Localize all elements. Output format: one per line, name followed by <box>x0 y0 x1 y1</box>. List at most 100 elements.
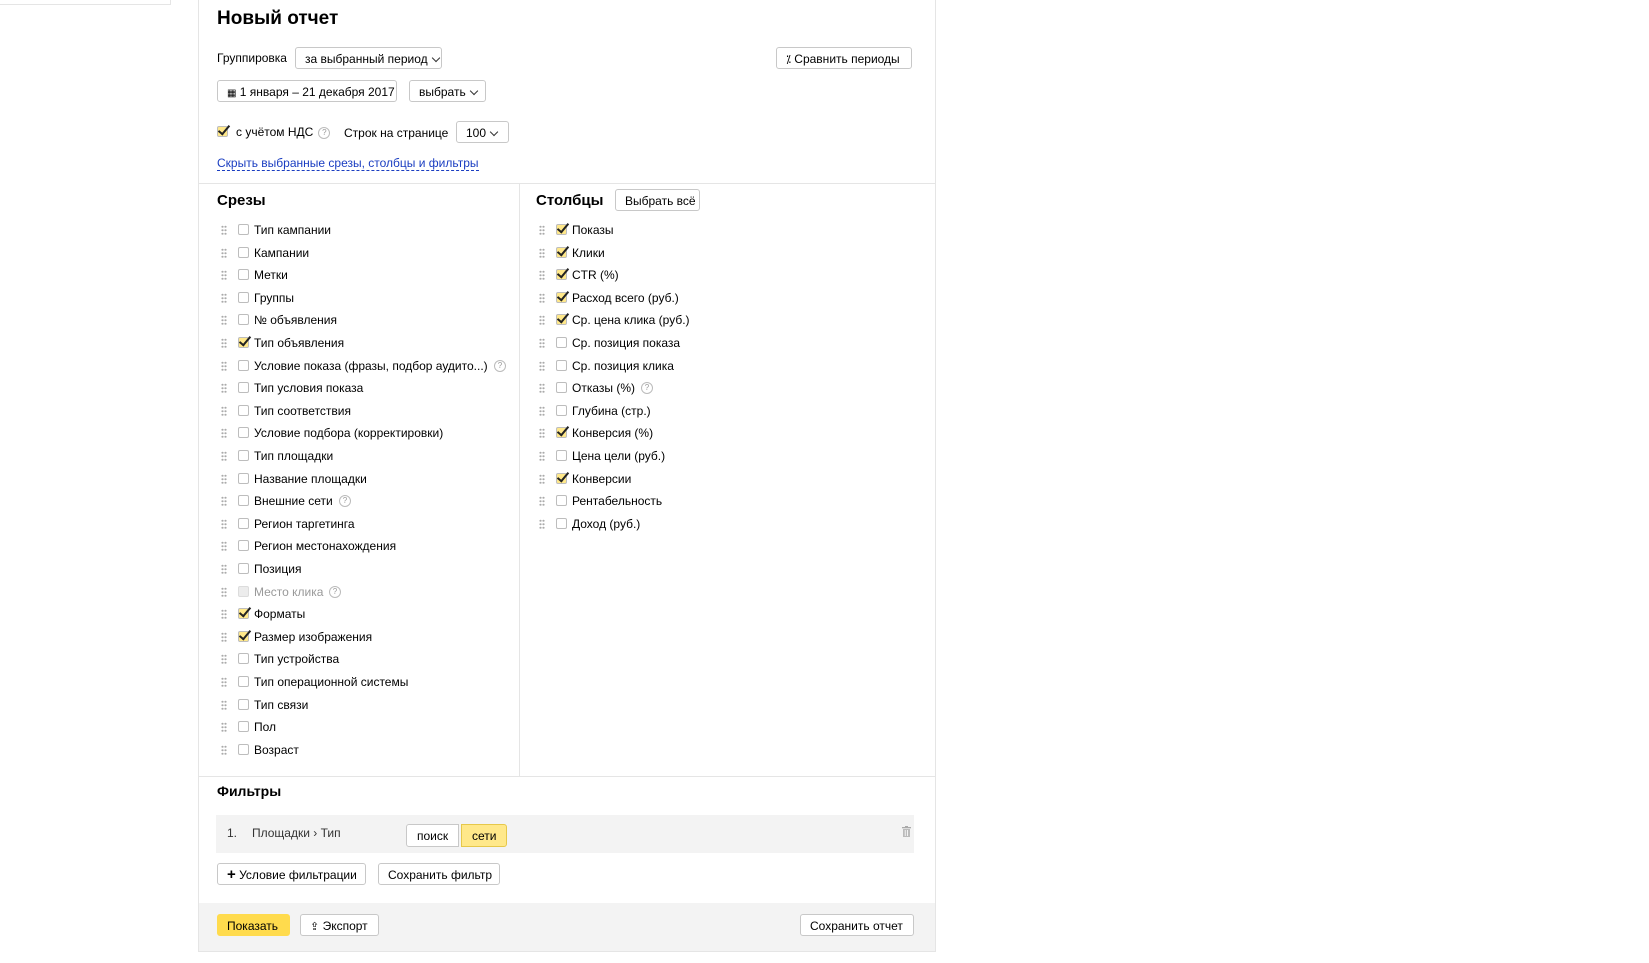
drag-handle-icon[interactable] <box>539 473 545 485</box>
slices-checkbox[interactable] <box>238 698 249 710</box>
drag-handle-icon[interactable] <box>539 360 545 372</box>
columns-item[interactable]: Глубина (стр.) <box>539 402 819 420</box>
slices-item[interactable]: Тип устройства <box>221 650 501 668</box>
slices-item[interactable]: Пол <box>221 718 501 736</box>
columns-checkbox[interactable] <box>556 382 567 394</box>
slices-checkbox[interactable] <box>238 630 249 642</box>
help-icon[interactable]: ? <box>641 382 653 395</box>
drag-handle-icon[interactable] <box>221 518 227 530</box>
slices-item[interactable]: Размер изображения <box>221 628 501 646</box>
slices-checkbox[interactable] <box>238 314 249 326</box>
drag-handle-icon[interactable] <box>221 744 227 756</box>
slices-checkbox[interactable] <box>238 382 249 394</box>
grouping-select[interactable]: за выбранный период <box>295 47 442 69</box>
add-condition-button[interactable]: + Условие фильтрации <box>217 863 366 885</box>
drag-handle-icon[interactable] <box>221 631 227 643</box>
slices-item[interactable]: Возраст <box>221 741 501 759</box>
slices-checkbox[interactable] <box>238 495 249 507</box>
drag-handle-icon[interactable] <box>221 654 227 666</box>
columns-checkbox[interactable] <box>556 517 567 529</box>
columns-item[interactable]: Отказы (%)? <box>539 379 819 397</box>
drag-handle-icon[interactable] <box>539 496 545 508</box>
slices-item[interactable]: Название площадки <box>221 470 501 488</box>
drag-handle-icon[interactable] <box>221 586 227 598</box>
slices-item[interactable]: Метки <box>221 266 501 284</box>
slices-item[interactable]: Тип условия показа <box>221 379 501 397</box>
compare-periods-button[interactable]: ⁒ Сравнить периоды <box>776 47 912 69</box>
columns-item[interactable]: Конверсия (%) <box>539 424 819 442</box>
drag-handle-icon[interactable] <box>221 496 227 508</box>
slices-item[interactable]: Форматы <box>221 605 501 623</box>
slices-checkbox[interactable] <box>238 653 249 665</box>
save-report-button[interactable]: Сохранить отчет <box>800 914 914 936</box>
drag-handle-icon[interactable] <box>539 405 545 417</box>
slices-item[interactable]: Условие показа (фразы, подбор аудито...)… <box>221 357 506 375</box>
columns-item[interactable]: Показы <box>539 221 819 239</box>
help-icon[interactable]: ? <box>329 585 341 598</box>
slices-checkbox[interactable] <box>238 563 249 574</box>
columns-item[interactable]: Клики <box>539 244 819 262</box>
show-button[interactable]: Показать <box>217 914 290 936</box>
drag-handle-icon[interactable] <box>221 315 227 327</box>
drag-handle-icon[interactable] <box>221 699 227 711</box>
drag-handle-icon[interactable] <box>221 677 227 688</box>
slices-checkbox[interactable] <box>238 676 249 687</box>
columns-item[interactable]: Цена цели (руб.) <box>539 447 819 465</box>
drag-handle-icon[interactable] <box>539 451 545 462</box>
slices-checkbox[interactable] <box>238 743 249 755</box>
choose-period-select[interactable]: выбрать <box>409 80 486 102</box>
drag-handle-icon[interactable] <box>221 247 227 259</box>
drag-handle-icon[interactable] <box>221 473 227 485</box>
drag-handle-icon[interactable] <box>539 428 545 440</box>
slices-checkbox[interactable] <box>238 404 249 416</box>
drag-handle-icon[interactable] <box>539 270 545 282</box>
drag-handle-icon[interactable] <box>539 247 545 259</box>
drag-handle-icon[interactable] <box>221 609 227 621</box>
slices-checkbox[interactable] <box>238 608 249 620</box>
columns-checkbox[interactable] <box>556 359 567 371</box>
drag-handle-icon[interactable] <box>221 225 227 236</box>
trash-icon[interactable] <box>902 826 911 837</box>
slices-item[interactable]: Тип операционной системы <box>221 673 501 691</box>
help-icon[interactable]: ? <box>494 359 506 372</box>
drag-handle-icon[interactable] <box>539 383 545 395</box>
vat-checkbox[interactable] <box>217 126 228 137</box>
columns-item[interactable]: Ср. цена клика (руб.) <box>539 311 819 329</box>
slices-checkbox[interactable] <box>238 337 249 348</box>
slices-checkbox[interactable] <box>238 269 249 281</box>
drag-handle-icon[interactable] <box>539 338 545 349</box>
slices-checkbox[interactable] <box>238 427 249 439</box>
drag-handle-icon[interactable] <box>221 428 227 440</box>
export-button[interactable]: ⇪ Экспорт <box>300 914 379 936</box>
columns-checkbox[interactable] <box>556 404 567 416</box>
columns-item[interactable]: CTR (%) <box>539 266 819 284</box>
slices-item[interactable]: Регион местонахождения <box>221 537 501 555</box>
filter-option-networks[interactable]: сети <box>461 824 508 847</box>
select-all-button[interactable]: Выбрать всё <box>615 189 700 211</box>
rows-select[interactable]: 100 <box>456 121 509 143</box>
slices-item[interactable]: Группы <box>221 289 501 307</box>
columns-item[interactable]: Ср. позиция показа <box>539 334 819 352</box>
columns-checkbox[interactable] <box>556 224 567 235</box>
slices-checkbox[interactable] <box>238 540 249 552</box>
columns-item[interactable]: Рентабельность <box>539 492 819 510</box>
drag-handle-icon[interactable] <box>221 451 227 462</box>
slices-item[interactable]: Тип кампании <box>221 221 501 239</box>
drag-handle-icon[interactable] <box>221 564 227 575</box>
columns-checkbox[interactable] <box>556 450 567 461</box>
columns-item[interactable]: Расход всего (руб.) <box>539 289 819 307</box>
columns-checkbox[interactable] <box>556 427 567 439</box>
save-filter-button[interactable]: Сохранить фильтр <box>378 863 500 885</box>
drag-handle-icon[interactable] <box>221 383 227 395</box>
slices-item[interactable]: Условие подбора (корректировки) <box>221 424 501 442</box>
slices-item[interactable]: Тип соответствия <box>221 402 501 420</box>
columns-checkbox[interactable] <box>556 495 567 507</box>
columns-checkbox[interactable] <box>556 472 567 484</box>
slices-item[interactable]: Тип связи <box>221 696 501 714</box>
drag-handle-icon[interactable] <box>221 722 227 734</box>
columns-item[interactable]: Конверсии <box>539 470 819 488</box>
drag-handle-icon[interactable] <box>221 541 227 553</box>
hide-selected-link[interactable]: Скрыть выбранные срезы, столбцы и фильтр… <box>217 156 479 171</box>
drag-handle-icon[interactable] <box>539 292 545 304</box>
drag-handle-icon[interactable] <box>539 518 545 530</box>
